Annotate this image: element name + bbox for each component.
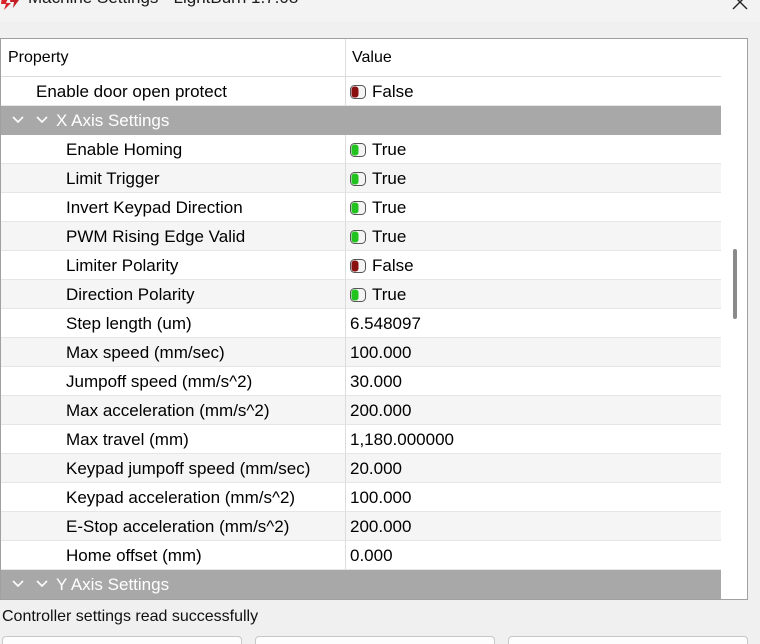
value-text: 1,180.000000	[350, 430, 454, 449]
property-label: E-Stop acceleration (mm/s^2)	[66, 517, 290, 536]
property-label: PWM Rising Edge Valid	[66, 227, 246, 246]
property-cell: Jumpoff speed (mm/s^2)	[1, 367, 346, 396]
section-header-row[interactable]: X Axis Settings	[1, 106, 721, 135]
value-text: True	[372, 227, 407, 246]
grid-header: Property Value	[1, 39, 721, 77]
value-text: 200.000	[350, 401, 412, 420]
value-cell[interactable]	[346, 454, 721, 483]
property-row[interactable]: Max travel (mm) 1,180.000000	[1, 425, 721, 454]
bottom-button-3[interactable]	[508, 636, 748, 644]
status-message: Controller settings read successfully	[2, 608, 259, 625]
toggle-on-icon[interactable]	[350, 288, 366, 302]
property-cell: Home offset (mm)	[1, 541, 346, 570]
property-label: Max travel (mm)	[66, 430, 189, 449]
value-text: True	[372, 140, 407, 159]
grid-rows: Enable door open protect False X Axis Sett…	[1, 77, 721, 599]
property-label: Enable door open protect	[36, 82, 227, 101]
property-label: Step length (um)	[66, 314, 192, 333]
property-cell: Max travel (mm)	[1, 425, 346, 454]
property-cell: Limit Trigger	[1, 164, 346, 193]
property-label: Direction Polarity	[66, 285, 195, 304]
property-label: Home offset (mm)	[66, 546, 202, 565]
property-cell: Max acceleration (mm/s^2)	[1, 396, 346, 425]
property-row[interactable]: Step length (um) 6.548097	[1, 309, 721, 338]
property-label: Keypad acceleration (mm/s^2)	[66, 488, 296, 507]
toggle-off-icon[interactable]	[350, 85, 366, 99]
value-text: 0.000	[350, 546, 393, 565]
value-text: 6.548097	[350, 314, 421, 333]
property-row[interactable]: Keypad acceleration (mm/s^2) 100.000	[1, 483, 721, 512]
bottom-button-2[interactable]	[255, 636, 495, 644]
value-text: False	[372, 256, 414, 275]
value-text: 100.000	[350, 343, 412, 362]
property-row[interactable]: Home offset (mm) 0.000	[1, 541, 721, 570]
lightburn-logo-icon	[1, 0, 19, 10]
toggle-on-icon[interactable]	[350, 230, 366, 244]
toggle-on-icon[interactable]	[350, 143, 366, 157]
property-label: Max speed (mm/sec)	[66, 343, 225, 362]
property-cell: Enable door open protect	[1, 77, 346, 106]
property-row[interactable]: Limit Trigger True	[1, 164, 721, 193]
property-row[interactable]: Enable Homing True	[1, 135, 721, 164]
property-cell: Keypad jumpoff speed (mm/sec)	[1, 454, 346, 483]
bottom-button-1[interactable]	[2, 636, 242, 644]
property-row[interactable]: Keypad jumpoff speed (mm/sec) 20.000	[1, 454, 721, 483]
property-row[interactable]: Enable door open protect False	[1, 77, 721, 106]
value-cell[interactable]	[346, 541, 721, 570]
property-cell: Direction Polarity	[1, 280, 346, 309]
property-cell: E-Stop acceleration (mm/s^2)	[1, 512, 346, 541]
property-row[interactable]: E-Stop acceleration (mm/s^2) 200.000	[1, 512, 721, 541]
property-cell: Invert Keypad Direction	[1, 193, 346, 222]
toggle-on-icon[interactable]	[350, 201, 366, 215]
property-row[interactable]: Limiter Polarity False	[1, 251, 721, 280]
value-text: True	[372, 285, 407, 304]
property-row[interactable]: Max acceleration (mm/s^2) 200.000	[1, 396, 721, 425]
column-header-property[interactable]: Property	[1, 39, 346, 77]
property-label: Max acceleration (mm/s^2)	[66, 401, 270, 420]
vertical-scrollbar[interactable]	[721, 39, 747, 599]
property-label: Limit Trigger	[66, 169, 160, 188]
scrollbar-thumb[interactable]	[733, 249, 737, 319]
property-label: Limiter Polarity	[66, 256, 179, 275]
value-text: 200.000	[350, 517, 412, 536]
property-row[interactable]: Max speed (mm/sec) 100.000	[1, 338, 721, 367]
property-cell: Enable Homing	[1, 135, 346, 164]
property-row[interactable]: Direction Polarity True	[1, 280, 721, 309]
value-text: True	[372, 169, 407, 188]
column-header-value[interactable]: Value	[346, 39, 721, 77]
chevron-down-icon[interactable]	[9, 106, 53, 135]
title-bar: Machine Settings - LightBurn 1.7.08	[0, 0, 760, 22]
section-header-row[interactable]: Y Axis Settings	[1, 570, 721, 599]
value-text: 20.000	[350, 459, 402, 478]
property-label: Enable Homing	[66, 140, 183, 159]
window-title: Machine Settings - LightBurn 1.7.08	[28, 0, 298, 8]
property-row[interactable]: Jumpoff speed (mm/s^2) 30.000	[1, 367, 721, 396]
property-cell: Keypad acceleration (mm/s^2)	[1, 483, 346, 512]
value-text: 30.000	[350, 372, 402, 391]
property-cell: Limiter Polarity	[1, 251, 346, 280]
property-label: Invert Keypad Direction	[66, 198, 243, 217]
property-label: Keypad jumpoff speed (mm/sec)	[66, 459, 311, 478]
value-cell[interactable]	[346, 367, 721, 396]
property-cell: Max speed (mm/sec)	[1, 338, 346, 367]
property-grid: Property Value Enable door open protect F…	[0, 38, 748, 600]
section-label: X Axis Settings	[56, 111, 170, 130]
property-cell: PWM Rising Edge Valid	[1, 222, 346, 251]
toggle-on-icon[interactable]	[350, 172, 366, 186]
value-text: False	[372, 82, 414, 101]
value-text: True	[372, 198, 407, 217]
close-icon[interactable]	[728, 0, 752, 14]
property-row[interactable]: Invert Keypad Direction True	[1, 193, 721, 222]
property-cell: Step length (um)	[1, 309, 346, 338]
section-label: Y Axis Settings	[56, 575, 170, 594]
property-label: Jumpoff speed (mm/s^2)	[66, 372, 253, 391]
property-row[interactable]: PWM Rising Edge Valid True	[1, 222, 721, 251]
value-text: 100.000	[350, 488, 412, 507]
chevron-down-icon[interactable]	[9, 570, 53, 599]
toggle-off-icon[interactable]	[350, 259, 366, 273]
